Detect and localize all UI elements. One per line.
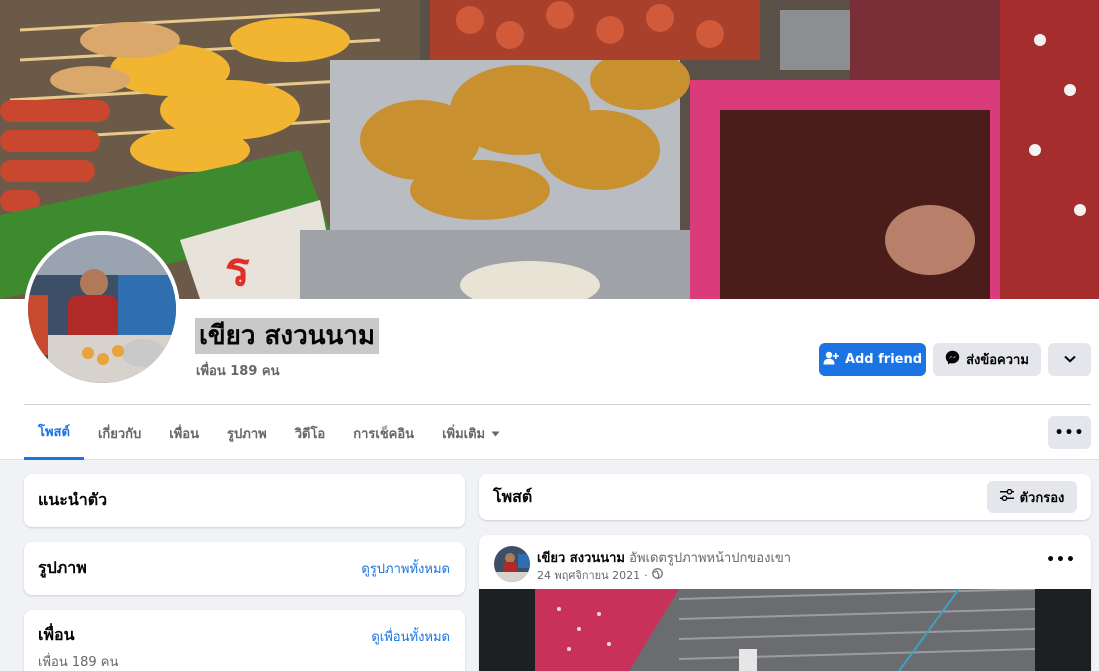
tab-label: การเช็คอิน [353,426,415,442]
cover-photo[interactable]: ร [0,0,1099,299]
posts-title: โพสต์ [493,487,533,506]
post-author-avatar[interactable] [494,546,530,582]
tab-more[interactable]: เพิ่มเติม [428,406,514,460]
see-all-photos-link[interactable]: ดูรูปภาพทั้งหมด [361,558,450,579]
filter-button[interactable]: ตัวกรอง [987,481,1077,513]
friends-card: เพื่อน ดูเพื่อนทั้งหมด เพื่อน 189 คน [24,610,465,671]
friends-title[interactable]: เพื่อน [38,623,75,648]
tab-label: เพื่อน [169,426,200,442]
tab-label: โพสต์ [38,425,70,440]
more-options-button[interactable]: ••• [1048,416,1091,449]
friend-count[interactable]: เพื่อน 189 คน [196,360,279,381]
post-date[interactable]: 24 พฤศจิกายน 2021 [537,566,640,584]
message-label: ส่งข้อความ [966,353,1029,368]
header-divider [24,404,1091,405]
intro-title: แนะนำตัว [38,490,108,509]
post-activity: อัพเดตรูปภาพหน้าปกของเขา [629,551,792,566]
tab-label: วิดีโอ [294,426,326,442]
svg-text:ร: ร [225,242,250,296]
chevron-down-icon [1063,352,1076,367]
profile-tabs: โพสต์ เกี่ยวกับ เพื่อน รูปภาพ วิดีโอ การ… [24,406,514,460]
friends-count-text: เพื่อน 189 คน [38,655,119,670]
post-photo[interactable] [479,589,1091,671]
post-author-name[interactable]: เขียว สงวนนาม [537,551,625,566]
tab-about[interactable]: เกี่ยวกับ [84,406,155,460]
sliders-icon [999,488,1014,505]
ellipsis-icon: ••• [1046,552,1076,568]
profile-avatar[interactable] [24,231,180,387]
see-all-friends-link[interactable]: ดูเพื่อนทั้งหมด [371,626,450,647]
post-options-button[interactable]: ••• [1046,552,1076,572]
add-friend-button[interactable]: Add friend [819,343,926,376]
meta-separator: · [644,568,648,582]
filter-label: ตัวกรอง [1019,490,1065,506]
globe-icon [651,568,663,582]
tab-posts[interactable]: โพสต์ [24,406,84,460]
caret-down-icon [491,426,500,441]
avatar-photo [28,235,176,383]
post-header-text: เขียว สงวนนาม อัพเดตรูปภาพหน้าปกของเขา [537,547,791,568]
tab-videos[interactable]: วิดีโอ [281,406,340,460]
post-meta: 24 พฤศจิกายน 2021 · [537,566,663,584]
profile-more-button[interactable] [1048,343,1091,376]
add-friend-label: Add friend [844,352,923,367]
messenger-icon [945,350,960,369]
add-person-icon [823,351,839,369]
photos-card: รูปภาพ ดูรูปภาพทั้งหมด [24,542,465,595]
tab-photos[interactable]: รูปภาพ [213,406,281,460]
ellipsis-icon: ••• [1054,424,1085,441]
intro-card: แนะนำตัว [24,474,465,527]
profile-name: เขียว สงวนนาม [195,318,379,354]
message-button[interactable]: ส่งข้อความ [933,343,1041,376]
tab-label: รูปภาพ [227,426,267,442]
photos-title[interactable]: รูปภาพ [38,556,87,581]
tab-label: เพิ่มเติม [442,426,486,442]
tab-friends[interactable]: เพื่อน [155,406,213,460]
tab-label: เกี่ยวกับ [97,426,142,442]
tab-checkins[interactable]: การเช็คอิน [339,406,428,460]
